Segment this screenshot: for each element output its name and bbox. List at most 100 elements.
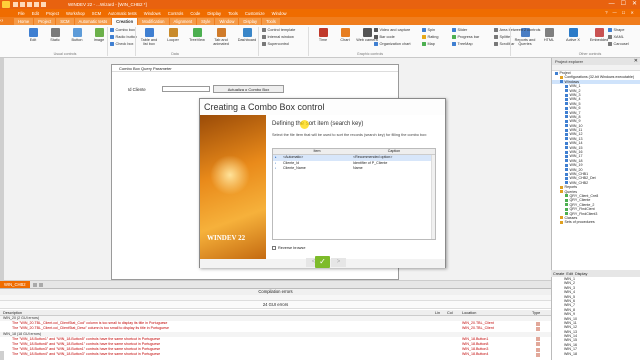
ribbon-button-5[interactable]: Looper bbox=[162, 28, 184, 42]
wizard-validate-button[interactable]: ✓ bbox=[315, 256, 330, 268]
description-column-header[interactable]: Description bbox=[3, 311, 22, 315]
close-icon[interactable]: ✕ bbox=[634, 58, 638, 64]
tree-item-label: QRY_FindCient bbox=[569, 207, 595, 212]
menu-item-workshop[interactable]: Workshop bbox=[66, 11, 85, 16]
menu-item-project[interactable]: Project bbox=[46, 11, 59, 16]
ribbon-button-4[interactable]: Table and list box bbox=[138, 28, 160, 46]
location-column-header[interactable]: Location bbox=[462, 311, 476, 315]
menu-control-2[interactable]: ☐ bbox=[622, 10, 626, 15]
caption-column-header[interactable]: Caption bbox=[351, 149, 435, 154]
project-tree[interactable]: Project Configurations (32-bit Windows ex… bbox=[552, 71, 640, 225]
ribbon-button-13[interactable]: HTML bbox=[538, 28, 560, 42]
ribbon-button-2[interactable]: Button bbox=[66, 28, 88, 42]
tree-item-label: WIN_3 bbox=[569, 92, 581, 97]
tab-win-chb2[interactable]: WIN_CHB2 bbox=[0, 281, 30, 288]
ribbon-small-6[interactable]: Video and capture bbox=[374, 28, 410, 32]
tab-automatic-tests[interactable]: Automatic tests bbox=[74, 18, 112, 25]
ribbon-button-15[interactable]: Embedded bbox=[588, 28, 610, 42]
ribbon-button-8[interactable]: Dashboard bbox=[236, 28, 258, 42]
menu-item-customize[interactable]: Customize bbox=[245, 11, 265, 16]
menu-right-controls: ? — ☐ ✕ bbox=[605, 10, 634, 15]
ribbon-button-10[interactable]: Chart bbox=[334, 28, 356, 42]
ribbon-small-0[interactable]: Combo box bbox=[110, 28, 135, 32]
ribbon-button-6[interactable]: TreeView bbox=[186, 28, 208, 42]
menu-item-window[interactable]: Window bbox=[272, 11, 287, 16]
type-column-header[interactable]: Type bbox=[532, 311, 540, 315]
maximize-button[interactable]: ☐ bbox=[621, 1, 626, 7]
explorer-tab-create[interactable]: Create bbox=[553, 272, 564, 276]
explorer-tab-edit[interactable]: Edit bbox=[566, 272, 573, 276]
ribbon-small-5[interactable]: Supercontrol bbox=[262, 42, 289, 46]
refresh-combo-button[interactable]: Actualiza o Combo Box bbox=[213, 85, 284, 93]
tab-tools[interactable]: Tools bbox=[262, 18, 280, 25]
ribbon-small-13[interactable]: Progress bar bbox=[452, 35, 479, 39]
ribbon-button-7[interactable]: Tab and animated bbox=[210, 28, 232, 46]
wizard-next-button[interactable]: > bbox=[331, 258, 346, 267]
list-item[interactable]: WIN_18 bbox=[552, 352, 640, 356]
ribbon-small-19[interactable]: Carousel bbox=[608, 42, 629, 46]
ribbon-small-4[interactable]: Internal window bbox=[262, 35, 294, 39]
tab-project[interactable]: Project bbox=[34, 18, 56, 25]
minimize-button[interactable]: — bbox=[609, 1, 615, 7]
ribbon-button-14[interactable]: Active X bbox=[562, 28, 584, 42]
ribbon-small-2-icon bbox=[110, 42, 114, 46]
ribbon-small-2[interactable]: Check box bbox=[110, 42, 133, 46]
line-column-header[interactable]: Lin bbox=[435, 311, 440, 315]
ribbon-small-10[interactable]: Rating bbox=[422, 35, 438, 39]
close-window-button[interactable]: ✕ bbox=[632, 1, 637, 7]
tab-home[interactable]: Home bbox=[14, 18, 34, 25]
menu-control-1[interactable]: — bbox=[613, 10, 617, 15]
menu-item-code[interactable]: Code bbox=[190, 11, 200, 16]
ribbon-small-15[interactable]: Splitter bbox=[494, 35, 511, 39]
sort-item-table[interactable]: Item Caption ▸ <Automatic> <Recommended op… bbox=[272, 148, 436, 240]
ribbon-small-18[interactable]: XAML bbox=[608, 35, 624, 39]
ribbon-button-0[interactable]: Edit bbox=[22, 28, 44, 42]
ribbon-small-16[interactable]: Scrollbar bbox=[494, 42, 514, 46]
tab-close-icon[interactable] bbox=[32, 282, 37, 287]
ribbon-small-11[interactable]: Map bbox=[422, 42, 435, 46]
ribbon-small-3[interactable]: Control template bbox=[262, 28, 295, 32]
tab-window[interactable]: Window bbox=[215, 18, 239, 25]
ribbon-scroll-arrows-icon[interactable]: ‹› bbox=[0, 18, 3, 24]
quick-access-toolbar[interactable] bbox=[13, 1, 48, 8]
error-row[interactable]: The "WIN_18.Button4" and "WIN_18.Button3… bbox=[0, 352, 551, 357]
tab-modification[interactable]: Modification bbox=[138, 18, 169, 25]
ribbon-small-1[interactable]: Radio button bbox=[110, 35, 137, 39]
menu-control-0[interactable]: ? bbox=[605, 10, 607, 15]
tab-scm[interactable]: SCM bbox=[56, 18, 74, 25]
ribbon-small-17[interactable]: Shape bbox=[608, 28, 624, 32]
reverse-browse-option[interactable]: Reverse browse bbox=[272, 246, 305, 250]
ribbon-small-7[interactable]: Bar code bbox=[374, 35, 395, 39]
tab-alignment[interactable]: Alignment bbox=[169, 18, 197, 25]
menu-item-edit[interactable]: Edit bbox=[32, 11, 39, 16]
menu-item-controls[interactable]: Controls bbox=[168, 11, 184, 16]
ribbon-small-12[interactable]: Slider bbox=[452, 28, 467, 32]
ribbon-button-9[interactable]: Time bbox=[312, 28, 334, 42]
ribbon-small-8[interactable]: Organization chart bbox=[374, 42, 411, 46]
tab-list-icon[interactable] bbox=[38, 282, 43, 287]
ribbon-small-9[interactable]: Spin bbox=[422, 28, 435, 32]
menu-item-windows[interactable]: Windows bbox=[144, 11, 161, 16]
menu-item-display[interactable]: Display bbox=[207, 11, 221, 16]
menu-control-3[interactable]: ✕ bbox=[630, 10, 634, 15]
ribbon-small-20[interactable]: Area between 2 controls bbox=[494, 28, 540, 32]
tree-item[interactable]: Sets of procedures bbox=[552, 220, 640, 224]
table-scrollbar[interactable] bbox=[431, 155, 435, 239]
menu-item-tools[interactable]: Tools bbox=[228, 11, 238, 16]
ribbon-button-1[interactable]: Static bbox=[44, 28, 66, 42]
tab-creation[interactable]: Creation bbox=[112, 18, 138, 25]
table-row[interactable]: ▪ Cliente_Name Name bbox=[273, 166, 435, 172]
col-column-header[interactable]: Col bbox=[447, 311, 453, 315]
menu-item-scm[interactable]: SCM bbox=[92, 11, 101, 16]
explorer-tab-display[interactable]: Display bbox=[575, 272, 587, 276]
tab-display[interactable]: Display bbox=[239, 18, 262, 25]
element-list[interactable]: WIN_1 WIN_2 WIN_3 WIN_4 WIN_5 WIN_6 WIN_7 WIN_8… bbox=[551, 277, 640, 360]
id-cliente-input[interactable] bbox=[162, 86, 210, 92]
menu-item-automatic-tests[interactable]: Automatic tests bbox=[108, 11, 137, 16]
tab-style[interactable]: Style bbox=[197, 18, 215, 25]
reverse-browse-checkbox[interactable] bbox=[272, 246, 276, 250]
menu-item-file[interactable]: File bbox=[18, 11, 25, 16]
ribbon-small-14[interactable]: TreeMap bbox=[452, 42, 473, 46]
item-column-header[interactable]: Item bbox=[281, 149, 351, 154]
error-list[interactable]: WIN_20 (2 GUI errors) The "WIN_20.TBL_Cli… bbox=[0, 316, 551, 358]
